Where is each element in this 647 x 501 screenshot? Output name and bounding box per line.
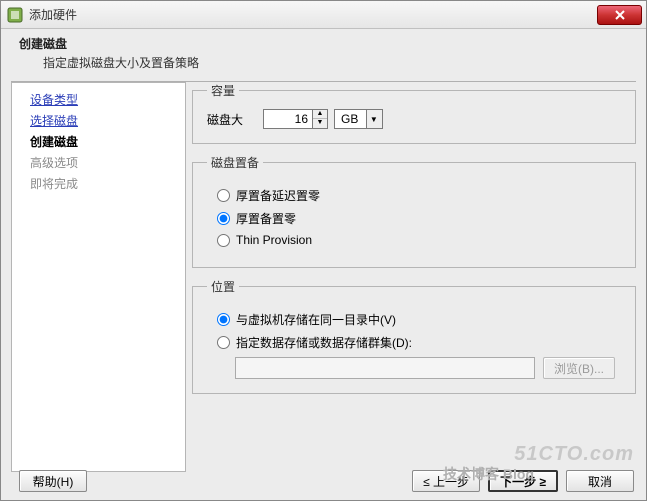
dialog-window: 添加硬件 创建磁盘 指定虚拟磁盘大小及置备策略 设备类型 选择磁盘 创建磁盘 高…: [0, 0, 647, 501]
cancel-button[interactable]: 取消: [566, 470, 634, 492]
step-device-type[interactable]: 设备类型: [30, 91, 185, 108]
radio-thin-label: Thin Provision: [236, 233, 312, 247]
radio-thin[interactable]: [217, 234, 230, 247]
datastore-path-input: [235, 357, 535, 379]
page-subtitle: 指定虚拟磁盘大小及置备策略: [43, 54, 630, 71]
provision-option-thin[interactable]: Thin Provision: [217, 233, 621, 247]
step-ready: 即将完成: [30, 175, 185, 192]
back-button[interactable]: ≤ 上一步: [412, 470, 480, 492]
titlebar: 添加硬件: [1, 1, 646, 29]
disk-size-unit-select[interactable]: GB ▼: [334, 109, 383, 129]
next-button[interactable]: 下一步 ≥: [488, 470, 558, 492]
location-option-same[interactable]: 与虚拟机存储在同一目录中(V): [217, 311, 621, 328]
close-button[interactable]: [597, 5, 642, 25]
location-legend: 位置: [207, 278, 239, 295]
spinner-down-icon[interactable]: ▼: [313, 119, 327, 128]
window-title: 添加硬件: [29, 6, 77, 23]
spinner-arrows[interactable]: ▲ ▼: [312, 110, 327, 128]
location-option-specify[interactable]: 指定数据存储或数据存储群集(D):: [217, 334, 621, 351]
location-group: 位置 与虚拟机存储在同一目录中(V) 指定数据存储或数据存储群集(D): 浏览(…: [192, 278, 636, 394]
disk-size-input[interactable]: [264, 110, 312, 128]
provision-legend: 磁盘置备: [207, 154, 263, 171]
radio-thick-eager-label: 厚置备置零: [236, 210, 296, 227]
disk-size-label: 磁盘大: [207, 111, 257, 128]
disk-size-spinner[interactable]: ▲ ▼: [263, 109, 328, 129]
wizard-footer: 帮助(H) 技术博客 Blog ≤ 上一步 下一步 ≥ 取消: [1, 470, 646, 492]
step-create-disk: 创建磁盘: [30, 133, 185, 150]
radio-thick-eager[interactable]: [217, 212, 230, 225]
step-advanced: 高级选项: [30, 154, 185, 171]
page-title: 创建磁盘: [19, 35, 630, 52]
capacity-legend: 容量: [207, 82, 239, 99]
disk-size-unit-value: GB: [335, 112, 366, 126]
radio-location-specify[interactable]: [217, 336, 230, 349]
wizard-content: 容量 磁盘大 ▲ ▼ GB ▼: [192, 82, 636, 472]
radio-location-same-label: 与虚拟机存储在同一目录中(V): [236, 311, 396, 328]
step-select-disk[interactable]: 选择磁盘: [30, 112, 185, 129]
provision-option-thick-eager[interactable]: 厚置备置零: [217, 210, 621, 227]
wizard-header: 创建磁盘 指定虚拟磁盘大小及置备策略: [1, 29, 646, 81]
radio-thick-lazy[interactable]: [217, 189, 230, 202]
wizard-steps: 设备类型 选择磁盘 创建磁盘 高级选项 即将完成: [11, 82, 186, 472]
provision-option-thick-lazy[interactable]: 厚置备延迟置零: [217, 187, 621, 204]
help-button[interactable]: 帮助(H): [19, 470, 87, 492]
app-icon: [7, 7, 23, 23]
chevron-down-icon[interactable]: ▼: [366, 110, 382, 128]
radio-location-same[interactable]: [217, 313, 230, 326]
radio-location-specify-label: 指定数据存储或数据存储群集(D):: [236, 334, 412, 351]
browse-button: 浏览(B)...: [543, 357, 615, 379]
provision-group: 磁盘置备 厚置备延迟置零 厚置备置零 Thin Provision: [192, 154, 636, 268]
spinner-up-icon[interactable]: ▲: [313, 110, 327, 119]
wizard-body: 设备类型 选择磁盘 创建磁盘 高级选项 即将完成 容量 磁盘大 ▲ ▼: [1, 82, 646, 472]
capacity-group: 容量 磁盘大 ▲ ▼ GB ▼: [192, 82, 636, 144]
radio-thick-lazy-label: 厚置备延迟置零: [236, 187, 320, 204]
